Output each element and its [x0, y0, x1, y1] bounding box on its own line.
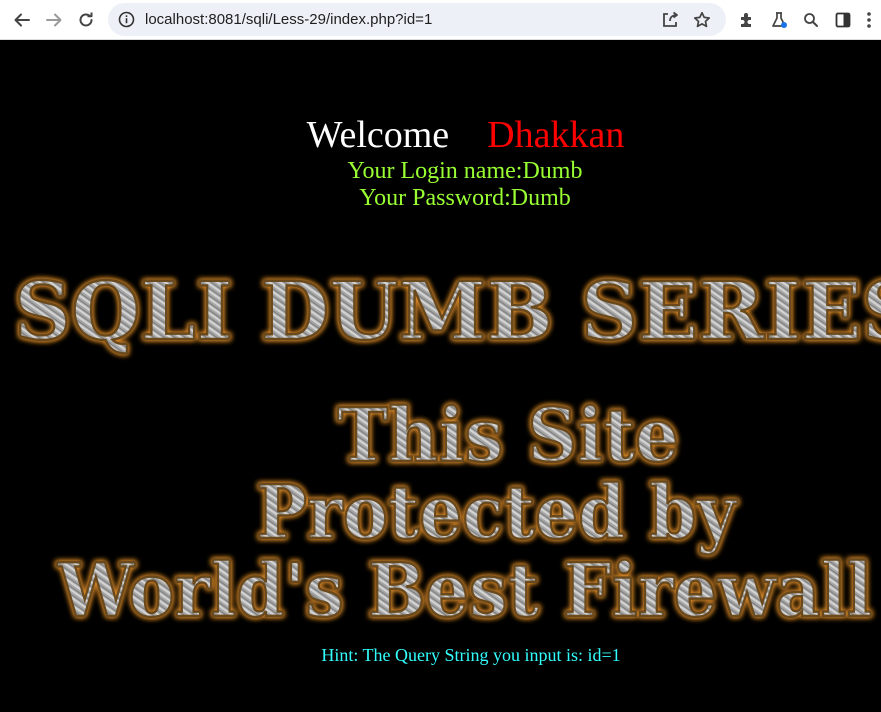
- more-vert-icon[interactable]: [858, 6, 880, 34]
- firewall-line-1: This Site: [337, 393, 679, 479]
- hint-text: Hint: The Query String you input is: id=…: [321, 645, 621, 665]
- zoom-search-icon[interactable]: [797, 6, 825, 34]
- address-bar[interactable]: localhost:8081/sqli/Less-29/index.php?id…: [108, 3, 726, 36]
- firewall-line-3: World's Best Firewall: [57, 548, 873, 634]
- reload-icon[interactable]: [72, 6, 100, 34]
- browser-toolbar: localhost:8081/sqli/Less-29/index.php?id…: [0, 0, 881, 40]
- url-text[interactable]: localhost:8081/sqli/Less-29/index.php?id…: [145, 3, 432, 36]
- welcome-word: Welcome: [306, 114, 450, 156]
- firewall-line-2: Protected by: [256, 470, 738, 556]
- banner-title: SQLI DUMB SERIES: [14, 264, 881, 358]
- back-arrow-icon[interactable]: [8, 6, 36, 34]
- welcome-heading: Welcome Dhakkan: [0, 114, 881, 156]
- page-content: Welcome Dhakkan Your Login name:Dumb Your…: [0, 41, 881, 712]
- bookmark-star-icon[interactable]: [688, 6, 716, 34]
- welcome-name: Dhakkan: [487, 114, 625, 156]
- extensions-puzzle-icon[interactable]: [733, 6, 761, 34]
- forward-arrow-icon[interactable]: [40, 6, 68, 34]
- share-icon[interactable]: [656, 6, 684, 34]
- site-info-icon[interactable]: [118, 11, 135, 33]
- password-text: Your Password:Dumb: [359, 185, 571, 211]
- lab-flask-icon[interactable]: [765, 6, 793, 34]
- login-name-text: Your Login name:Dumb: [347, 158, 583, 184]
- side-panel-icon[interactable]: [829, 6, 857, 34]
